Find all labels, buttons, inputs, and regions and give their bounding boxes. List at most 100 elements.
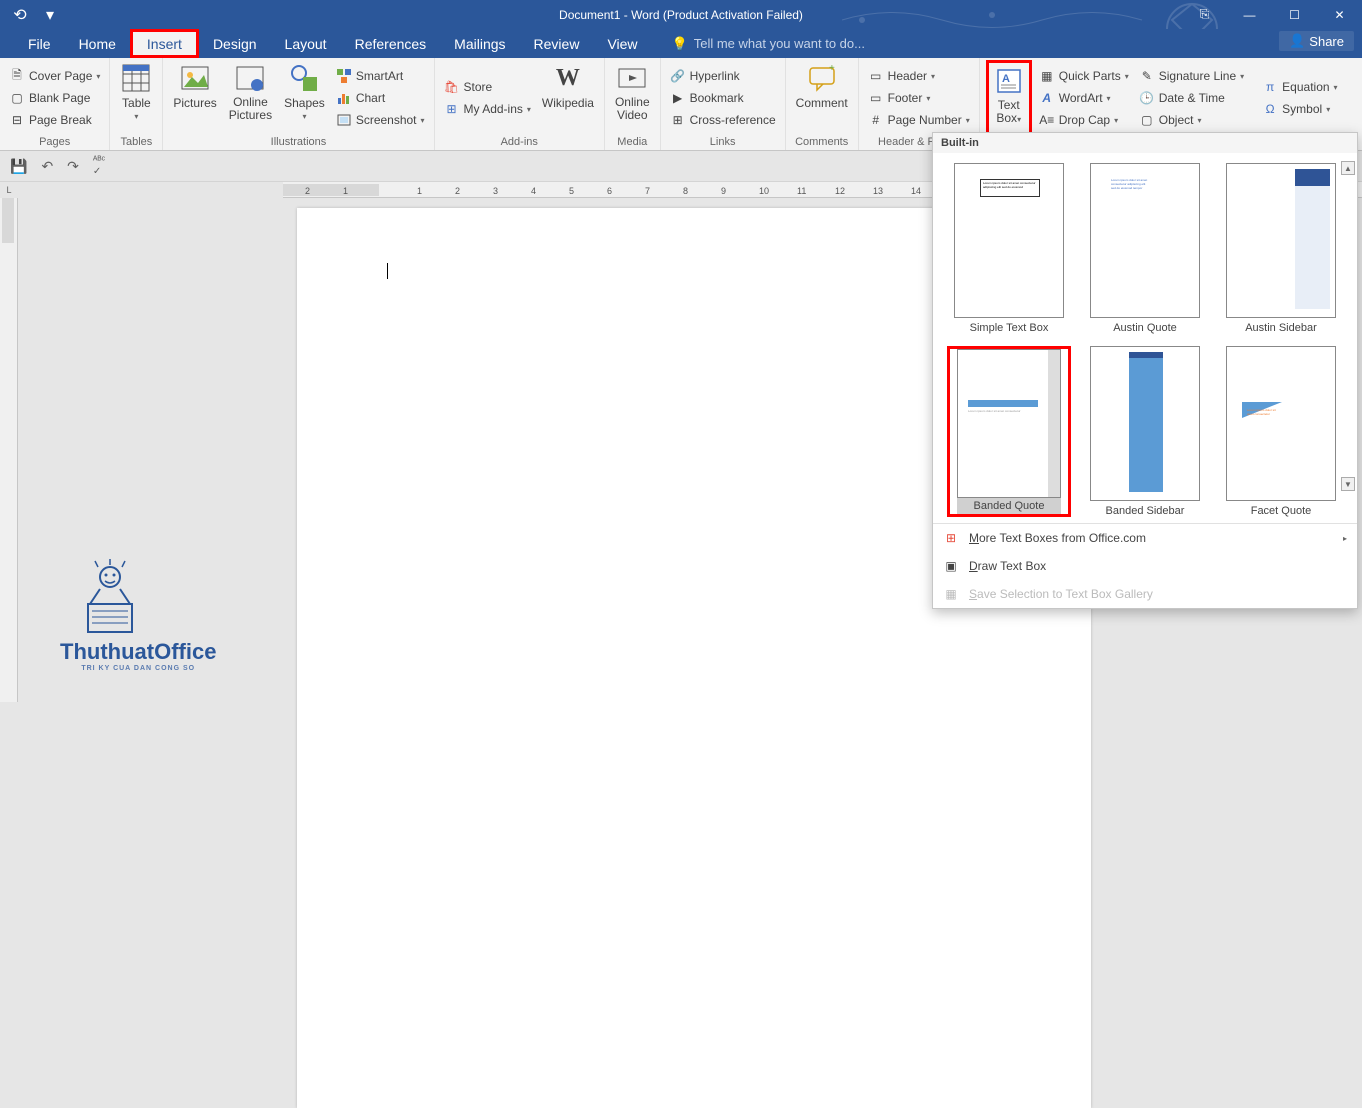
smartart-icon	[336, 68, 352, 84]
gallery-label: Austin Quote	[1113, 322, 1177, 334]
table-label: Table	[122, 96, 151, 110]
online-video-button[interactable]: OnlineVideo	[611, 60, 654, 136]
crossref-label: Cross-reference	[690, 113, 776, 127]
hyperlink-icon: 🔗	[670, 68, 686, 84]
thumb-banded-quote: Lorem ipsum dolor sit amet consectetur	[957, 349, 1061, 498]
undo-button[interactable]: ↶	[41, 158, 53, 175]
gallery-item-facet-quote[interactable]: Lorem ipsum dolor sitamet consectetur Fa…	[1219, 346, 1343, 517]
tab-mailings[interactable]: Mailings	[440, 29, 519, 58]
pictures-button[interactable]: Pictures	[169, 60, 220, 136]
group-media-label: Media	[611, 136, 654, 150]
watermark-figure-icon	[60, 559, 160, 639]
gallery-scroll: ▲ ▼	[1341, 161, 1355, 491]
ribbon-display-options-button[interactable]: ⎘	[1182, 0, 1227, 29]
ruler-tick: 10	[759, 186, 769, 196]
gallery-item-simple-text-box[interactable]: Lorem ipsum dolor sit amet consectetur a…	[947, 163, 1071, 334]
tab-layout[interactable]: Layout	[271, 29, 341, 58]
header-button[interactable]: ▭Header▾	[865, 66, 973, 86]
gallery-item-banded-sidebar[interactable]: Banded Sidebar	[1083, 346, 1207, 517]
group-addins-label: Add-ins	[441, 136, 598, 150]
myaddins-button[interactable]: ⊞My Add-ins▾	[441, 99, 534, 119]
textbox-button[interactable]: A TextBox▾	[986, 60, 1032, 136]
maximize-button[interactable]: ☐	[1272, 0, 1317, 29]
share-button[interactable]: 👤 Share	[1279, 31, 1354, 51]
chart-icon	[336, 90, 352, 106]
textbox-label: TextBox▾	[996, 99, 1021, 125]
footer-button[interactable]: ▭Footer▾	[865, 88, 973, 108]
smartart-button[interactable]: SmartArt	[333, 66, 428, 86]
draw-textbox-button[interactable]: ▣ Draw Text Box	[933, 552, 1357, 580]
crossref-button[interactable]: ⊞Cross-reference	[667, 110, 779, 130]
shapes-icon	[288, 62, 320, 94]
chart-button[interactable]: Chart	[333, 88, 428, 108]
tab-review[interactable]: Review	[520, 29, 594, 58]
minimize-button[interactable]: —	[1227, 0, 1272, 29]
cover-page-button[interactable]: 🗎Cover Page▾	[6, 66, 103, 86]
save-button[interactable]: 💾	[10, 158, 27, 175]
svg-text:A: A	[1002, 73, 1010, 85]
tab-references[interactable]: References	[341, 29, 441, 58]
header-label: Header	[888, 69, 927, 83]
page-break-label: Page Break	[29, 113, 92, 127]
dropdown-header: Built-in	[933, 133, 1357, 153]
chevron-right-icon: ▸	[1343, 534, 1347, 543]
wordart-button[interactable]: AWordArt▾	[1036, 88, 1132, 108]
scroll-up-button[interactable]: ▲	[1341, 161, 1355, 175]
wikipedia-button[interactable]: W Wikipedia	[538, 60, 598, 136]
tab-view[interactable]: View	[593, 29, 651, 58]
gallery-item-austin-quote[interactable]: Lorem ipsum dolor sit ametconsectetur ad…	[1083, 163, 1207, 334]
wikipedia-icon: W	[552, 62, 584, 94]
tab-home[interactable]: Home	[65, 29, 130, 58]
spellcheck-button[interactable]: ᴬᴮᶜ✓	[93, 155, 105, 177]
scroll-down-button[interactable]: ▼	[1341, 477, 1355, 491]
pagenumber-button[interactable]: #Page Number▾	[865, 110, 973, 130]
more-textboxes-button[interactable]: ⊞ More Text Boxes from Office.com ▸	[933, 524, 1357, 552]
sigline-button[interactable]: ✎Signature Line▾	[1136, 66, 1247, 86]
tab-design[interactable]: Design	[199, 29, 271, 58]
vertical-ruler[interactable]	[0, 198, 18, 702]
table-button[interactable]: Table▾	[116, 60, 156, 136]
wordart-icon: A	[1039, 90, 1055, 106]
online-pictures-label: OnlinePictures	[229, 96, 272, 122]
textbox-gallery: Lorem ipsum dolor sit amet consectetur a…	[933, 153, 1357, 523]
ruler-tick: 9	[721, 186, 726, 196]
pictures-label: Pictures	[173, 96, 216, 110]
shapes-button[interactable]: Shapes▾	[280, 60, 329, 136]
gallery-item-banded-quote[interactable]: Lorem ipsum dolor sit amet consectetur B…	[947, 346, 1071, 517]
sigline-label: Signature Line	[1159, 69, 1236, 83]
blank-page-button[interactable]: ▢Blank Page	[6, 88, 103, 108]
store-button[interactable]: 🛍Store	[441, 77, 534, 97]
group-links-label: Links	[667, 136, 779, 150]
wikipedia-label: Wikipedia	[542, 96, 594, 110]
gallery-item-austin-sidebar[interactable]: Austin Sidebar	[1219, 163, 1343, 334]
close-button[interactable]: ✕	[1317, 0, 1362, 29]
thumb-simple: Lorem ipsum dolor sit amet consectetur a…	[954, 163, 1064, 318]
bookmark-icon: ▶	[670, 90, 686, 106]
pagenumber-label: Page Number	[888, 113, 962, 127]
gallery-label: Austin Sidebar	[1245, 322, 1317, 334]
tell-me-search[interactable]: 💡 Tell me what you want to do...	[672, 36, 865, 52]
hyperlink-button[interactable]: 🔗Hyperlink	[667, 66, 779, 86]
tab-insert[interactable]: Insert	[130, 29, 199, 58]
autosave-icon[interactable]: ⟲	[5, 0, 35, 29]
comment-button[interactable]: +Comment	[792, 60, 852, 136]
qat-dropdown-icon[interactable]: ▾	[35, 0, 65, 29]
equation-button[interactable]: πEquation▾	[1259, 77, 1340, 97]
redo-button[interactable]: ↷	[67, 158, 79, 175]
screenshot-button[interactable]: Screenshot▾	[333, 110, 428, 130]
dropcap-button[interactable]: A≡Drop Cap▾	[1036, 110, 1132, 130]
quickparts-icon: ▦	[1039, 68, 1055, 84]
datetime-button[interactable]: 🕒Date & Time	[1136, 88, 1247, 108]
online-pictures-button[interactable]: OnlinePictures	[225, 60, 276, 136]
group-pages: 🗎Cover Page▾ ▢Blank Page ⊟Page Break Pag…	[0, 58, 110, 150]
symbol-button[interactable]: ΩSymbol▾	[1259, 99, 1340, 119]
comment-icon: +	[806, 62, 838, 94]
quickparts-button[interactable]: ▦Quick Parts▾	[1036, 66, 1132, 86]
title-left-controls: ⟲ ▾	[5, 0, 65, 29]
bookmark-button[interactable]: ▶Bookmark	[667, 88, 779, 108]
object-button[interactable]: ▢Object▾	[1136, 110, 1247, 130]
online-pictures-icon	[234, 62, 266, 94]
tab-file[interactable]: File	[14, 29, 65, 58]
ruler-tick: 7	[645, 186, 650, 196]
page-break-button[interactable]: ⊟Page Break	[6, 110, 103, 130]
